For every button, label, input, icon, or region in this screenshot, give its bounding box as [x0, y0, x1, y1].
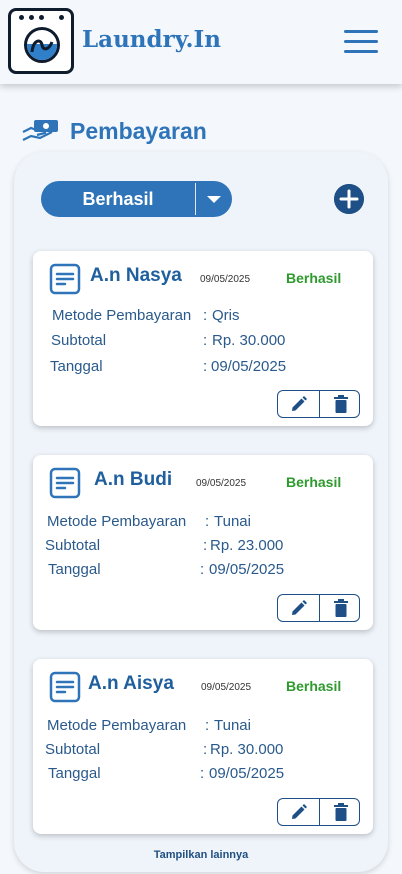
payment-card[interactable]: A.n Nasya 09/05/2025 Berhasil Metode Pem… — [33, 251, 373, 426]
method-value: Tunai — [214, 717, 251, 734]
brand-name[interactable]: Laundry.In — [82, 26, 221, 53]
edit-icon — [291, 396, 307, 411]
edit-button[interactable] — [278, 595, 319, 621]
payment-date: 09/05/2025 — [200, 274, 251, 285]
edit-button[interactable] — [278, 799, 319, 825]
edit-icon — [291, 804, 307, 819]
date-label: Tanggal — [48, 561, 101, 578]
subtotal-value: Rp. 23.000 — [210, 537, 284, 554]
logo-dot — [59, 15, 64, 20]
document-icon — [49, 671, 81, 703]
payment-date: 09/05/2025 — [196, 478, 247, 489]
delete-button[interactable] — [320, 391, 361, 417]
logo-dot — [19, 15, 24, 20]
colon: : — [203, 537, 208, 554]
washing-machine-logo[interactable] — [8, 8, 74, 74]
trash-icon — [333, 395, 348, 413]
status-badge: Berhasil — [286, 270, 342, 286]
show-more-link[interactable]: Tampilkan lainnya — [0, 849, 402, 861]
subtotal-value: Rp. 30.000 — [210, 741, 284, 758]
app-header: Laundry.In — [0, 0, 402, 84]
date-value: 09/05/2025 — [209, 765, 285, 782]
method-label: Metode Pembayaran — [52, 307, 192, 324]
payment-card[interactable]: A.n Aisya 09/05/2025 Berhasil Metode Pem… — [33, 659, 373, 834]
payment-card[interactable]: A.n Budi 09/05/2025 Berhasil Metode Pemb… — [33, 455, 373, 630]
plus-icon[interactable] — [334, 184, 364, 214]
date-label: Tanggal — [48, 765, 101, 782]
delete-button[interactable] — [320, 799, 361, 825]
logo-drum — [24, 27, 60, 63]
document-icon — [49, 263, 81, 295]
delete-button[interactable] — [320, 595, 361, 621]
date-label: Tanggal — [50, 358, 103, 375]
date-value: 09/05/2025 — [209, 561, 285, 578]
colon: : — [203, 741, 208, 758]
status-filter-dropdown[interactable]: Berhasil — [41, 181, 232, 217]
trash-icon — [333, 803, 348, 821]
subtotal-label: Subtotal — [51, 332, 107, 349]
edit-icon — [291, 600, 307, 615]
colon: : — [203, 358, 208, 375]
date-value: 09/05/2025 — [211, 358, 287, 375]
logo-dot — [29, 15, 34, 20]
edit-button[interactable] — [278, 391, 319, 417]
menu-icon[interactable] — [344, 30, 378, 54]
customer-name: A.n Nasya — [90, 265, 182, 286]
status-badge: Berhasil — [286, 678, 342, 694]
colon: : — [203, 332, 208, 349]
card-actions — [277, 594, 360, 622]
filter-label: Berhasil — [82, 189, 154, 209]
card-actions — [277, 390, 360, 418]
page-title: Pembayaran — [70, 118, 207, 144]
colon: : — [200, 765, 205, 782]
method-label: Metode Pembayaran — [47, 717, 187, 734]
customer-name: A.n Aisya — [88, 673, 174, 694]
colon: : — [205, 717, 210, 734]
logo-dot — [39, 15, 44, 20]
colon: : — [200, 561, 205, 578]
method-value: Tunai — [214, 513, 251, 530]
chevron-down-icon[interactable] — [196, 181, 232, 217]
customer-name: A.n Budi — [94, 469, 173, 490]
payment-date: 09/05/2025 — [201, 682, 252, 693]
method-value: Qris — [212, 307, 240, 324]
colon: : — [205, 513, 210, 530]
subtotal-value: Rp. 30.000 — [212, 332, 286, 349]
colon: : — [203, 307, 208, 324]
subtotal-label: Subtotal — [45, 537, 101, 554]
card-actions — [277, 798, 360, 826]
method-label: Metode Pembayaran — [47, 513, 187, 530]
status-badge: Berhasil — [286, 474, 342, 490]
subtotal-label: Subtotal — [45, 741, 101, 758]
trash-icon — [333, 599, 348, 617]
document-icon — [49, 467, 81, 499]
payment-icon — [22, 120, 58, 141]
